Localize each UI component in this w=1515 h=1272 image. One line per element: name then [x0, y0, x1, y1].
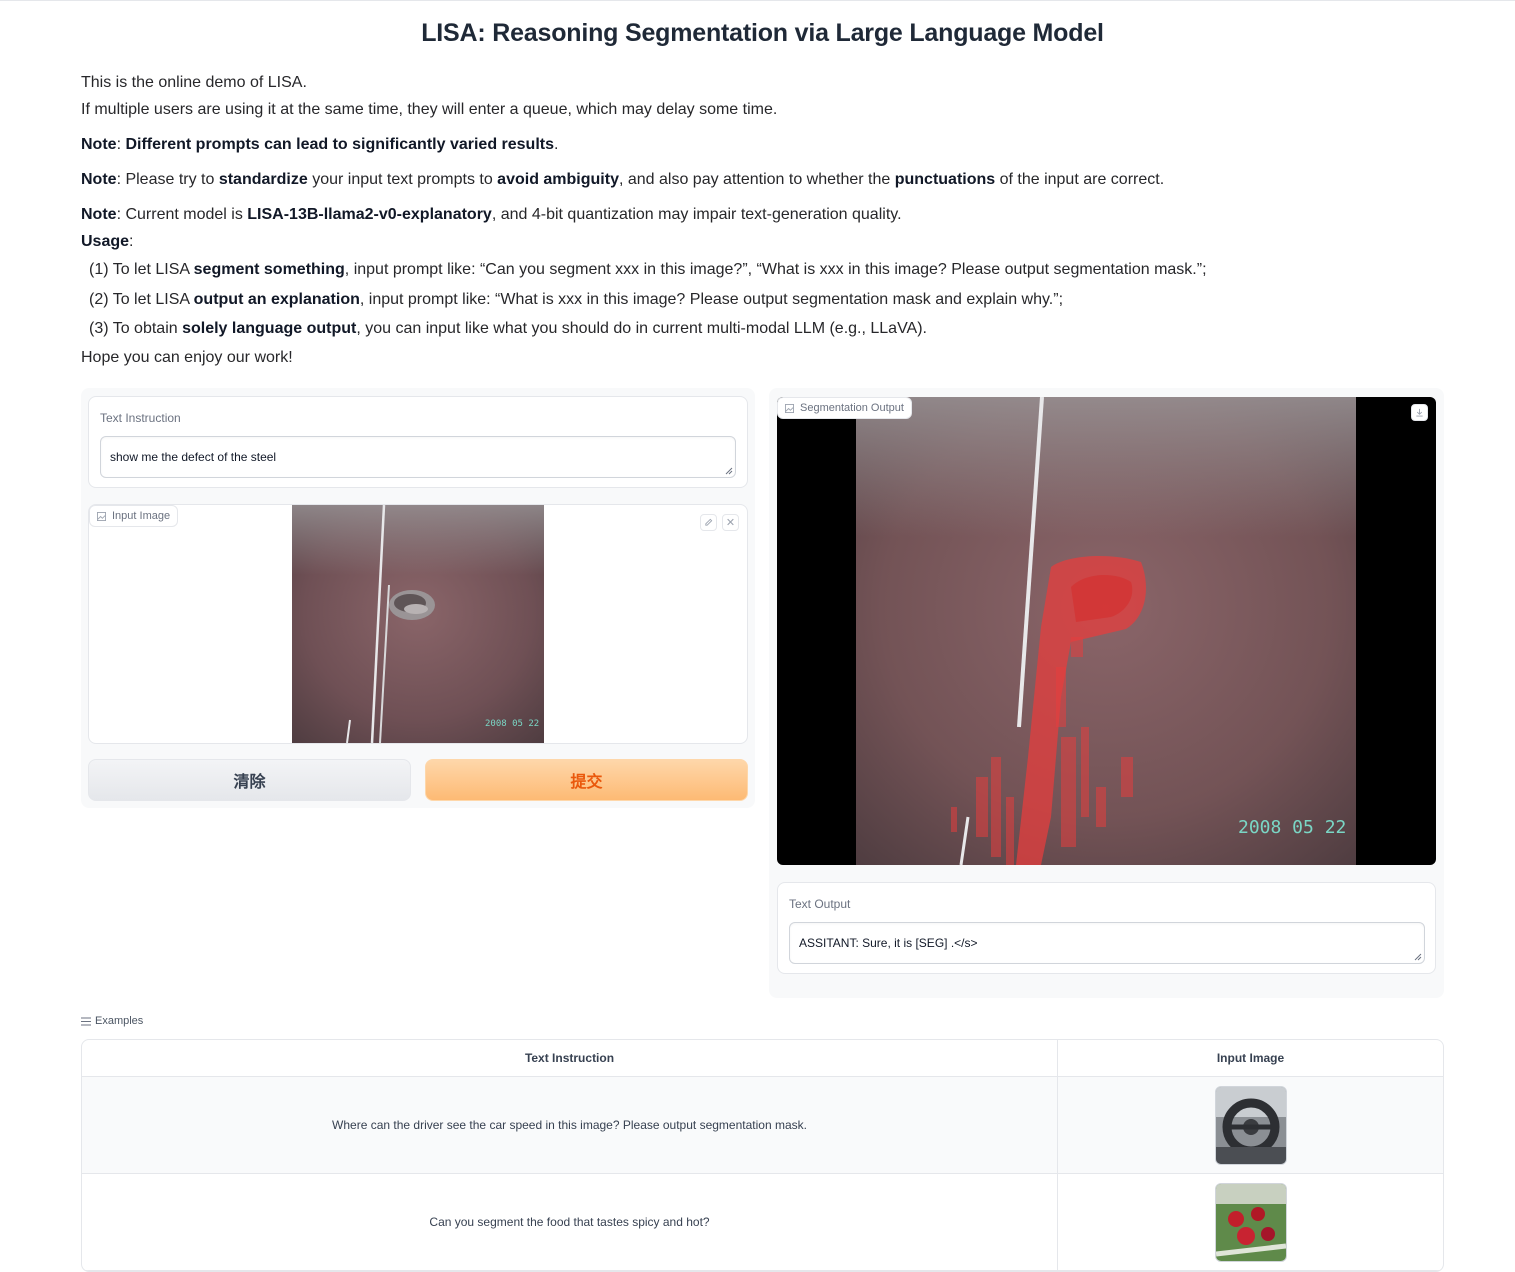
- submit-button[interactable]: 提交: [425, 759, 748, 801]
- note-1: Note: Different prompts can lead to sign…: [81, 136, 559, 153]
- resize-handle-icon[interactable]: [724, 466, 733, 475]
- example-thumbnail-food: [1214, 1182, 1287, 1262]
- examples-header: Text Instruction Input Image: [82, 1040, 1443, 1077]
- output-panel: 2008 05 22 Segmentation Output Text Outp…: [769, 388, 1444, 998]
- example-text: Where can the driver see the car speed i…: [82, 1077, 1058, 1173]
- edit-icon[interactable]: [700, 514, 717, 531]
- text-instruction-input[interactable]: show me the defect of the steel: [100, 436, 736, 478]
- usage-3: (3) To obtain solely language output, yo…: [89, 320, 927, 337]
- text-instruction-block: Text Instruction show me the defect of t…: [88, 396, 748, 488]
- usage-2: (2) To let LISA output an explanation, i…: [89, 290, 1064, 308]
- image-icon: [785, 403, 794, 413]
- download-icon[interactable]: [1411, 404, 1428, 421]
- clear-button[interactable]: 清除: [88, 759, 411, 801]
- example-text: Can you segment the food that tastes spi…: [82, 1174, 1058, 1270]
- text-output-block: Text Output ASSITANT: Sure, it is [SEG] …: [777, 882, 1436, 974]
- text-instruction-label: Text Instruction: [100, 411, 181, 425]
- intro-line: This is the online demo of LISA.: [81, 74, 307, 91]
- input-image-tag: Input Image: [89, 505, 179, 527]
- examples-table: Text Instruction Input Image Where can t…: [81, 1039, 1444, 1272]
- example-thumbnail-car: [1214, 1085, 1287, 1165]
- input-panel: Text Instruction show me the defect of t…: [81, 388, 755, 808]
- input-image: 2008 05 22: [292, 504, 544, 744]
- output-image-date: 2008 05 22: [1238, 817, 1346, 838]
- text-output-field[interactable]: ASSITANT: Sure, it is [SEG] .</s>: [789, 922, 1425, 964]
- queue-line: If multiple users are using it at the sa…: [81, 101, 778, 118]
- segmentation-output-tag: Segmentation Output: [777, 397, 912, 419]
- description: This is the online demo of LISA. If mult…: [81, 69, 1461, 371]
- header-input-image: Input Image: [1216, 1051, 1285, 1065]
- example-row[interactable]: Where can the driver see the car speed i…: [82, 1077, 1443, 1174]
- examples-label: Examples: [81, 1015, 143, 1027]
- list-icon: [81, 1017, 91, 1025]
- image-icon: [97, 511, 106, 521]
- segmentation-output-block: 2008 05 22 Segmentation Output: [777, 397, 1436, 865]
- segmentation-image: 2008 05 22: [856, 397, 1356, 865]
- usage-1: (1) To let LISA segment something, input…: [89, 261, 1207, 278]
- note-3: Note: Current model is LISA-13B-llama2-v…: [81, 206, 902, 223]
- header-text-instruction: Text Instruction: [82, 1040, 1058, 1076]
- outro-line: Hope you can enjoy our work!: [81, 348, 293, 366]
- input-image-date: 2008 05 22: [485, 719, 539, 729]
- usage-label: Usage:: [81, 233, 134, 250]
- close-icon[interactable]: ✕: [722, 514, 739, 531]
- note-2: Note: Please try to standardize your inp…: [81, 171, 1165, 188]
- page-title: LISA: Reasoning Segmentation via Large L…: [421, 19, 1104, 47]
- input-image-block[interactable]: Input Image ✕ 2008 05 22: [88, 504, 748, 744]
- resize-handle-icon[interactable]: [1413, 952, 1422, 961]
- text-output-label: Text Output: [789, 897, 851, 911]
- example-row[interactable]: Can you segment the food that tastes spi…: [82, 1174, 1443, 1271]
